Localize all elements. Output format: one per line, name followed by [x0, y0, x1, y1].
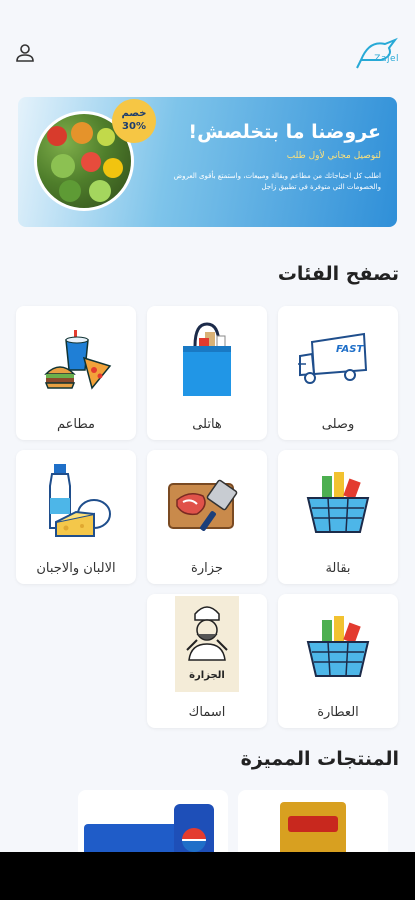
- shopping-bag-icon: [167, 318, 247, 398]
- category-label: مطاعم: [57, 417, 95, 432]
- spices-basket-icon: [298, 606, 378, 686]
- fishmonger-icon: الجزارة: [175, 596, 239, 692]
- discount-badge: خصم 30%: [112, 99, 156, 143]
- banner-title: عروضنا ما بتخلصش!: [188, 121, 381, 143]
- category-card-butcher[interactable]: جزارة: [147, 450, 267, 584]
- category-label: بقالة: [325, 561, 351, 576]
- banner-description: اطلب كل احتياجاتك من مطاعم وبقالة ومبيعا…: [173, 172, 381, 191]
- category-card-hatly[interactable]: هاتلى: [147, 306, 267, 440]
- category-card-dairy[interactable]: الالبان والاجبان: [16, 450, 136, 584]
- featured-title: المنتجات المميزة: [240, 748, 399, 770]
- user-profile-icon[interactable]: [14, 42, 36, 64]
- category-card-restaurants[interactable]: مطاعم: [16, 306, 136, 440]
- category-label: العطارة: [317, 705, 359, 720]
- categories-title: تصفح الفئات: [277, 263, 399, 285]
- category-label: الالبان والاجبان: [36, 561, 116, 576]
- delivery-truck-icon: FAST: [298, 318, 378, 398]
- fish-icon-text: الجزارة: [189, 670, 225, 681]
- category-card-fish[interactable]: الجزارة اسماك: [147, 594, 267, 728]
- top-bar: Zajel: [0, 0, 415, 96]
- category-card-wasly[interactable]: FAST وصلى: [278, 306, 398, 440]
- category-label: هاتلى: [192, 417, 222, 432]
- logo-text: Zajel: [374, 54, 399, 64]
- truck-fast-text: FAST: [336, 344, 364, 355]
- banner-subtitle: لتوصيل مجاني لأول طلب: [286, 151, 381, 161]
- fast-food-icon: [36, 318, 116, 398]
- badge-line2: 30%: [122, 121, 146, 132]
- category-card-spices[interactable]: العطارة: [278, 594, 398, 728]
- grocery-basket-icon: [298, 462, 378, 542]
- promo-banner[interactable]: خصم 30% عروضنا ما بتخلصش! لتوصيل مجاني ل…: [18, 97, 397, 227]
- badge-line1: خصم: [121, 108, 147, 119]
- category-label: جزارة: [191, 561, 223, 576]
- category-label: اسماك: [188, 705, 226, 720]
- dairy-icon: [36, 462, 116, 542]
- butcher-meat-icon: [167, 462, 247, 542]
- system-navigation-bar: [0, 852, 415, 900]
- category-label: وصلى: [321, 417, 355, 432]
- category-card-grocery[interactable]: بقالة: [278, 450, 398, 584]
